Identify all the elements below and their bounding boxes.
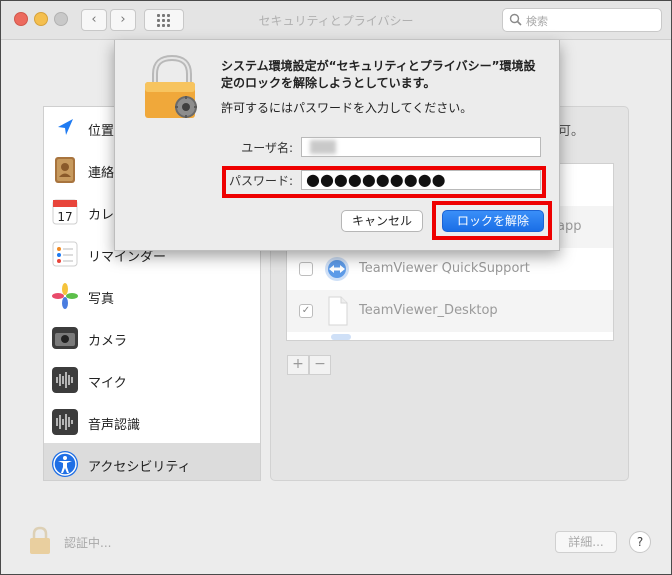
dialog-title: システム環境設定が“セキュリティとプライバシー”環境設定のロックを解除しようとし… [221, 59, 536, 90]
svg-text:17: 17 [57, 210, 72, 224]
password-label: パスワード: [228, 174, 293, 188]
sidebar-item-speech-recognition[interactable]: 音声認識 [44, 401, 260, 443]
app-label: TeamViewer_Desktop [359, 303, 498, 318]
advanced-button[interactable]: 詳細... [555, 531, 617, 553]
app-label: app [557, 219, 582, 234]
sidebar-item-label: 写真 [88, 292, 115, 307]
accessibility-icon [52, 451, 78, 477]
camera-icon [52, 327, 78, 349]
sidebar-item-label: 音声認識 [88, 418, 141, 433]
reminders-icon [52, 241, 78, 267]
sidebar-item-label: アクセシビリティ [88, 460, 191, 475]
search-placeholder: 検索 [526, 15, 548, 28]
document-icon [328, 296, 348, 326]
lock-icon[interactable] [28, 526, 52, 556]
calendar-icon: 17 [52, 199, 78, 225]
add-app-button[interactable]: + [287, 355, 309, 375]
list-item[interactable] [287, 332, 613, 340]
password-field[interactable]: ●●●●●●●●●● [301, 170, 541, 190]
cancel-button[interactable]: キャンセル [341, 210, 423, 232]
sidebar-item-photos[interactable]: 写真 [44, 275, 260, 317]
app-label: TeamViewer QuickSupport [359, 261, 530, 276]
help-button[interactable]: ? [629, 531, 651, 553]
preferences-window: ‹ › セキュリティとプライバシー 検索 位置情報サービス 連絡先 [0, 0, 672, 575]
title-bar: ‹ › セキュリティとプライバシー 検索 [1, 1, 671, 40]
auth-status: 認証中... [64, 536, 112, 550]
password-dots: ●●●●●●●●●● [306, 170, 446, 189]
sidebar-item-label: カメラ [88, 334, 128, 349]
username-label: ユーザ名: [241, 141, 293, 155]
speech-recognition-icon [52, 409, 78, 435]
location-arrow-icon [50, 113, 80, 143]
panel-caption: 可。 [558, 124, 585, 139]
search-icon [509, 13, 522, 26]
app-icon [331, 334, 351, 340]
microphone-icon [52, 367, 78, 393]
photos-icon [52, 283, 78, 309]
username-field[interactable] [301, 137, 541, 157]
username-value-redacted [310, 140, 336, 154]
sidebar-item-accessibility[interactable]: アクセシビリティ [44, 443, 260, 480]
search-field[interactable]: 検索 [502, 8, 662, 32]
sidebar-item-camera[interactable]: カメラ [44, 317, 260, 359]
sidebar-item-label: マイク [88, 376, 127, 391]
dialog-subtitle: 許可するにはパスワードを入力してください。 [221, 101, 473, 115]
app-checkbox[interactable] [299, 262, 313, 276]
padlock-icon [145, 54, 197, 118]
authentication-dialog: システム環境設定が“セキュリティとプライバシー”環境設定のロックを解除しようとし… [114, 40, 560, 251]
teamviewer-icon [325, 257, 349, 281]
unlock-button[interactable]: ロックを解除 [442, 210, 544, 232]
list-item[interactable]: ✓ TeamViewer_Desktop [287, 290, 613, 332]
sidebar-item-microphone[interactable]: マイク [44, 359, 260, 401]
remove-app-button[interactable]: − [309, 355, 331, 375]
app-checkbox[interactable]: ✓ [299, 304, 313, 318]
contacts-icon [55, 157, 75, 183]
list-item[interactable]: TeamViewer QuickSupport [287, 248, 613, 290]
